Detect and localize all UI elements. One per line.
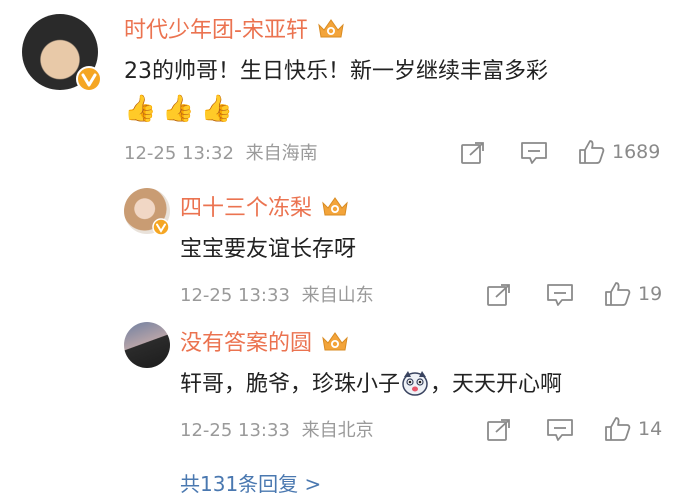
reply-location: 来自北京 [301, 420, 374, 441]
reply-time: 12-25 13:33 [180, 420, 290, 441]
crown-icon [320, 195, 350, 224]
crown-icon [316, 17, 346, 46]
like-button[interactable]: 14 [604, 416, 662, 442]
comment-icon [547, 284, 573, 306]
comment-button[interactable] [520, 141, 548, 165]
like-button[interactable]: 19 [604, 281, 662, 307]
share-button[interactable] [460, 141, 486, 165]
reply-text: 轩哥，脆爷，珍珠小子 ，天天开心啊 [180, 369, 562, 405]
reply-avatar[interactable] [124, 322, 170, 368]
reply-location: 来自山东 [301, 285, 374, 306]
share-button[interactable] [486, 283, 512, 307]
like-count: 1689 [612, 141, 661, 163]
share-button[interactable] [486, 418, 512, 442]
like-icon [605, 417, 631, 441]
comment-icon [547, 419, 573, 441]
like-count: 19 [638, 283, 663, 305]
reply-author[interactable]: 没有答案的圆 [180, 330, 350, 359]
share-icon [487, 284, 510, 306]
crown-icon [320, 330, 350, 359]
comment-location: 来自海南 [245, 143, 318, 164]
like-count: 14 [638, 418, 663, 440]
comment-button[interactable] [546, 418, 574, 442]
comment-author[interactable]: 时代少年团-宋亚轩 [124, 17, 346, 46]
verified-badge-icon [152, 218, 170, 240]
like-icon [579, 140, 605, 164]
verified-badge-icon [76, 66, 102, 96]
comment-meta: 12-25 13:32 来自海南 [124, 143, 318, 165]
reply-author[interactable]: 四十三个冻梨 [180, 195, 350, 224]
reply-text: 宝宝要友谊长存呀 [180, 237, 357, 262]
comment-button[interactable] [546, 283, 574, 307]
like-icon [605, 282, 631, 306]
reply-meta: 12-25 13:33 来自北京 [180, 420, 374, 442]
comment-text: 23的帅哥！生日快乐！新一岁继续丰富多彩 [124, 59, 548, 84]
share-icon [487, 419, 510, 441]
share-icon [461, 142, 484, 164]
reply-meta: 12-25 13:33 来自山东 [180, 285, 374, 307]
like-button[interactable]: 1689 [578, 139, 660, 165]
thumbs-up-emoji: 👍👍👍 [124, 94, 240, 124]
reply-time: 12-25 13:33 [180, 285, 290, 306]
more-replies-link[interactable]: 共131条回复 > [180, 468, 321, 497]
dog-emoji-icon [400, 369, 430, 405]
comment-icon [521, 142, 547, 164]
comment-time: 12-25 13:32 [124, 143, 234, 164]
